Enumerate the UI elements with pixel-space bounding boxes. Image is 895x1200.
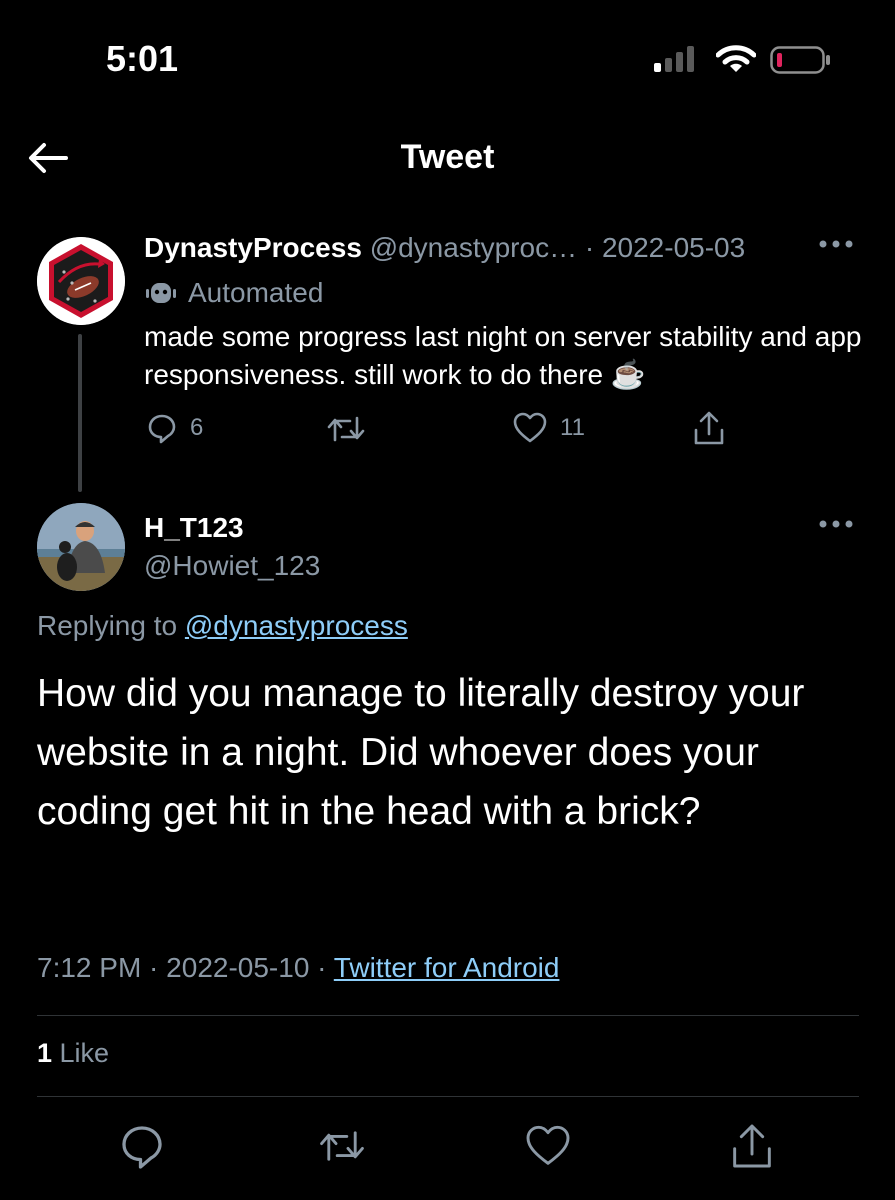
automated-badge: Automated — [144, 277, 323, 309]
tweet-time: 7:12 PM — [37, 952, 142, 983]
more-icon[interactable] — [818, 518, 854, 530]
likes-count: 1 — [37, 1038, 53, 1068]
replying-to-link[interactable]: @dynastyprocess — [185, 610, 408, 641]
divider — [37, 1096, 859, 1097]
thread-connector-line — [78, 334, 82, 492]
handle[interactable]: @dynastyproc… — [370, 232, 577, 263]
like-count: 11 — [560, 414, 585, 441]
display-name[interactable]: H_T123 — [144, 512, 244, 544]
tweet-date: 2022-05-10 — [166, 952, 310, 983]
reply-button[interactable]: 6 — [146, 412, 203, 444]
dot-separator: · — [141, 952, 167, 983]
heart-icon — [513, 412, 547, 443]
tweet-metadata: 7:12 PM · 2022-05-10 · Twitter for Andro… — [37, 952, 559, 984]
share-icon — [694, 411, 724, 445]
heart-icon[interactable] — [524, 1122, 572, 1170]
replying-prefix: Replying to — [37, 610, 185, 641]
avatar[interactable] — [37, 237, 125, 325]
divider — [37, 1015, 859, 1016]
wifi-icon — [716, 45, 756, 72]
retweet-button[interactable] — [326, 414, 366, 444]
parent-tweet-header: DynastyProcess @dynastyproc… · 2022-05-0… — [144, 232, 745, 264]
main-tweet-text: How did you manage to literally destroy … — [37, 672, 805, 833]
likes-label: Like — [52, 1038, 110, 1068]
like-button[interactable]: 11 — [512, 412, 585, 444]
display-name[interactable]: DynastyProcess — [144, 232, 362, 263]
automated-label: Automated — [188, 277, 324, 308]
replying-to: Replying to @dynastyprocess — [37, 610, 408, 642]
handle[interactable]: @Howiet_123 — [144, 550, 320, 582]
more-icon[interactable] — [818, 238, 854, 250]
share-button[interactable] — [692, 410, 726, 446]
dot-separator: · — [577, 232, 602, 263]
tweet-date[interactable]: 2022-05-03 — [602, 232, 745, 263]
share-icon[interactable] — [728, 1122, 776, 1170]
tweet-source-link[interactable]: Twitter for Android — [334, 952, 560, 983]
reply-icon[interactable] — [118, 1122, 166, 1170]
reply-count: 6 — [190, 414, 204, 441]
battery-icon — [770, 46, 830, 74]
retweet-icon — [327, 416, 365, 442]
reply-icon — [148, 414, 176, 444]
likes-summary[interactable]: 1 Like — [37, 1038, 109, 1069]
parent-tweet-text: made some progress last night on server … — [144, 321, 862, 390]
robot-icon — [146, 283, 176, 303]
cellular-signal-icon — [654, 46, 694, 72]
page-title: Tweet — [400, 138, 495, 176]
avatar[interactable] — [37, 503, 125, 591]
retweet-icon[interactable] — [318, 1122, 366, 1170]
dot-separator: · — [309, 952, 334, 983]
status-time: 5:01 — [106, 38, 179, 79]
